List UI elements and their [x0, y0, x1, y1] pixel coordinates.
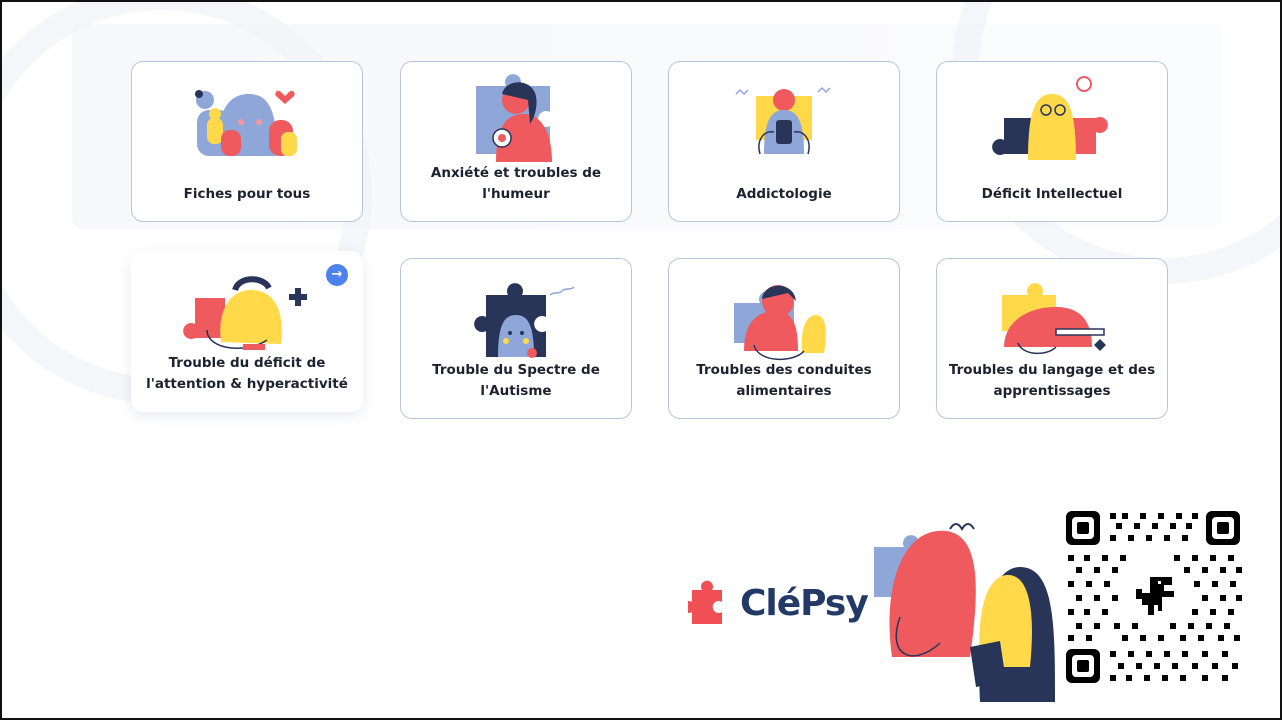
card-addictologie[interactable]: Addictologie — [668, 61, 900, 222]
open-arrow-button[interactable]: → — [326, 264, 348, 286]
card-label: Déficit Intellectuel — [981, 186, 1123, 202]
card-conduites-alimentaires[interactable]: Troubles des conduites alimentaires — [668, 258, 900, 419]
card-label: Troubles des conduites alimentaires — [696, 362, 872, 399]
qr-code-dino-icon[interactable] — [1062, 507, 1244, 687]
card-autisme[interactable]: Trouble du Spectre de l'Autisme — [400, 258, 632, 419]
card-label: Addictologie — [736, 186, 832, 202]
card-fiches-pour-tous[interactable]: Fiches pour tous — [131, 61, 363, 222]
mascots-illustration-icon — [874, 523, 1055, 702]
eating-person-icon — [734, 285, 826, 361]
card-tdah[interactable]: → Trouble du déficit de l'attention & hy… — [131, 251, 363, 412]
card-langage-apprentissages[interactable]: Troubles du langage et des apprentissage… — [936, 258, 1168, 419]
card-label: Trouble du Spectre de l'Autisme — [432, 362, 600, 399]
autism-puzzle-icon — [474, 283, 575, 358]
screenshot-frame: Fiches pour tous Anxiété et troubles de … — [0, 0, 1282, 720]
card-label: Troubles du langage et des apprentissage… — [948, 362, 1156, 399]
card-anxiete-humeur[interactable]: Anxiété et troubles de l'humeur — [400, 61, 632, 222]
card-label: Fiches pour tous — [183, 186, 311, 202]
card-label: Anxiété et troubles de l'humeur — [430, 165, 602, 202]
reading-person-icon — [1002, 283, 1106, 355]
family-illustration-icon — [195, 90, 297, 156]
puzzle-piece-logo-icon — [688, 580, 722, 624]
card-label: Trouble du déficit de l'attention & hype… — [146, 355, 348, 392]
card-deficit-intellectuel[interactable]: Déficit Intellectuel — [936, 61, 1168, 222]
distracted-person-icon — [183, 276, 307, 350]
anxious-person-puzzle-icon — [476, 74, 552, 162]
thinking-person-puzzle-icon — [992, 76, 1108, 160]
phone-addict-icon — [735, 86, 831, 155]
